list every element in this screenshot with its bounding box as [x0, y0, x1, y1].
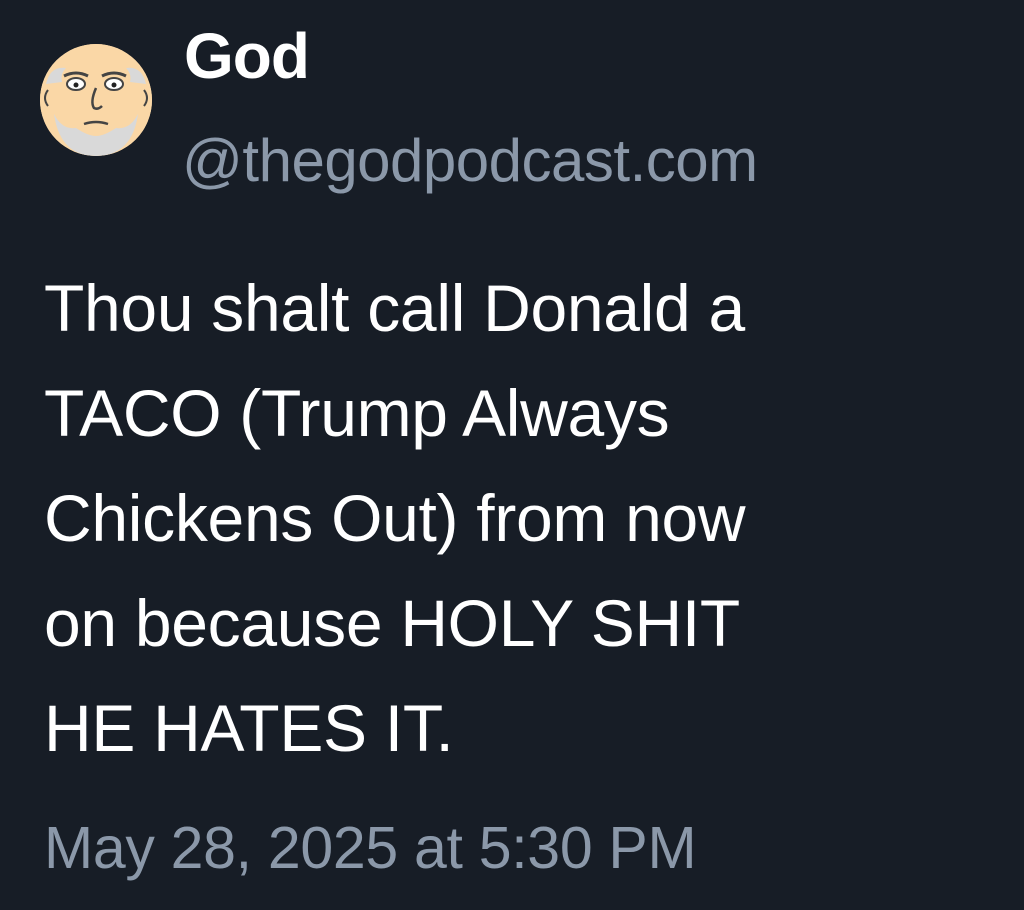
post-text-line: HE HATES IT. — [44, 691, 454, 765]
post-text-line: Chickens Out) from now — [44, 481, 746, 555]
post-text-line: Thou shalt call Donald a — [44, 271, 745, 345]
avatar[interactable] — [40, 44, 152, 156]
post-timestamp[interactable]: May 28, 2025 at 5:30 PM — [44, 813, 697, 883]
post-text-line: TACO (Trump Always — [44, 376, 670, 450]
cartoon-face-avatar-icon — [40, 44, 152, 156]
post: God @thegodpodcast.com Thou shalt call D… — [0, 0, 1024, 910]
author-display-name[interactable]: God — [184, 18, 310, 94]
author-handle[interactable]: @thegodpodcast.com — [182, 126, 758, 196]
post-text-line: on because HOLY SHIT — [44, 586, 740, 660]
post-text: Thou shalt call Donald a TACO (Trump Alw… — [44, 256, 964, 781]
